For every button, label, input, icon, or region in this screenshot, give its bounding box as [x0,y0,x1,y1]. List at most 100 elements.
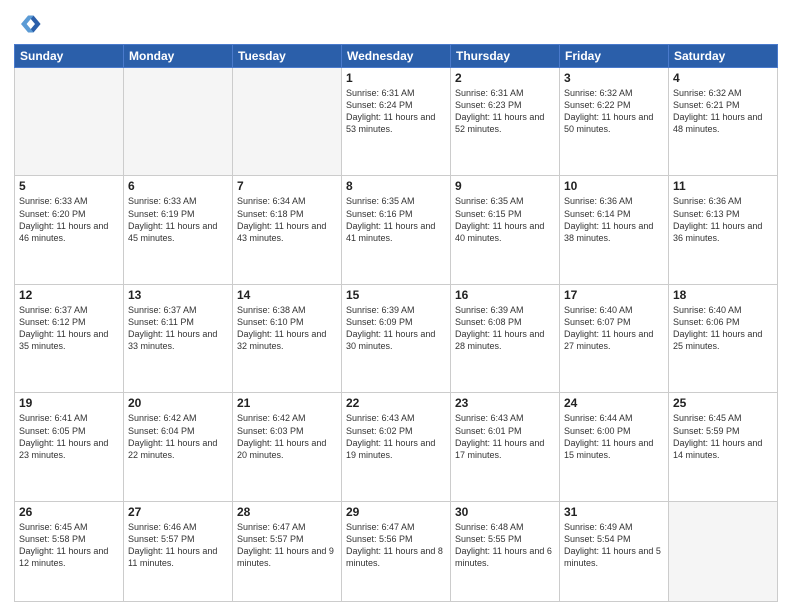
day-number: 1 [346,71,446,85]
calendar-cell: 12Sunrise: 6:37 AM Sunset: 6:12 PM Dayli… [15,284,124,392]
calendar-cell: 9Sunrise: 6:35 AM Sunset: 6:15 PM Daylig… [451,176,560,284]
calendar-cell: 23 Sunrise: 6:43 AM Sunset: 6:01 PM Dayli… [451,393,560,501]
day-info: Sunrise: 6:48 AM Sunset: 5:55 PM Dayligh… [455,521,555,570]
calendar-cell: 13 Sunrise: 6:37 AM Sunset: 6:11 PM Dayli… [124,284,233,392]
day-info: Sunrise: 6:47 AM Sunset: 5:57 PM Dayligh… [237,521,337,570]
day-number: 6 [128,179,228,193]
header [14,10,778,38]
calendar-cell [124,68,233,176]
calendar-cell: 17 Sunrise: 6:40 AM Sunset: 6:07 PM Dayli… [560,284,669,392]
day-number: 4 [673,71,773,85]
day-info: Sunrise: 6:39 AM Sunset: 6:09 PM Dayligh… [346,304,446,353]
calendar-cell [15,68,124,176]
day-info: Sunrise: 6:32 AM Sunset: 6:21 PM Dayligh… [673,87,773,136]
calendar-body: 1Sunrise: 6:31 AM Sunset: 6:24 PM Daylig… [15,68,778,602]
weekday-header: Thursday [451,45,560,68]
day-number: 17 [564,288,664,302]
calendar-header: SundayMondayTuesdayWednesdayThursdayFrid… [15,45,778,68]
day-number: 15 [346,288,446,302]
day-number: 24 [564,396,664,410]
calendar-cell [233,68,342,176]
day-info: Sunrise: 6:39 AM Sunset: 6:08 PM Dayligh… [455,304,555,353]
day-number: 2 [455,71,555,85]
day-number: 30 [455,505,555,519]
calendar-cell: 5 Sunrise: 6:33 AM Sunset: 6:20 PM Daylig… [15,176,124,284]
day-number: 16 [455,288,555,302]
calendar-cell: 14 Sunrise: 6:38 AM Sunset: 6:10 PM Dayli… [233,284,342,392]
day-info: Sunrise: 6:31 AM Sunset: 6:23 PM Dayligh… [455,87,555,136]
day-number: 5 [19,179,119,193]
day-info: Sunrise: 6:32 AM Sunset: 6:22 PM Dayligh… [564,87,664,136]
calendar-cell: 4 Sunrise: 6:32 AM Sunset: 6:21 PM Daylig… [669,68,778,176]
calendar-cell: 22 Sunrise: 6:43 AM Sunset: 6:02 PM Dayli… [342,393,451,501]
day-number: 28 [237,505,337,519]
logo-icon [14,10,42,38]
day-info: Sunrise: 6:33 AM Sunset: 6:20 PM Dayligh… [19,195,119,244]
calendar-cell: 20 Sunrise: 6:42 AM Sunset: 6:04 PM Dayli… [124,393,233,501]
day-info: Sunrise: 6:35 AM Sunset: 6:15 PM Dayligh… [455,195,555,244]
day-number: 3 [564,71,664,85]
calendar-cell: 24 Sunrise: 6:44 AM Sunset: 6:00 PM Dayli… [560,393,669,501]
day-number: 20 [128,396,228,410]
day-number: 26 [19,505,119,519]
day-number: 31 [564,505,664,519]
day-number: 21 [237,396,337,410]
calendar-cell: 1Sunrise: 6:31 AM Sunset: 6:24 PM Daylig… [342,68,451,176]
day-number: 10 [564,179,664,193]
calendar-cell: 7 Sunrise: 6:34 AM Sunset: 6:18 PM Daylig… [233,176,342,284]
day-info: Sunrise: 6:33 AM Sunset: 6:19 PM Dayligh… [128,195,228,244]
day-number: 14 [237,288,337,302]
calendar-week-row: 1Sunrise: 6:31 AM Sunset: 6:24 PM Daylig… [15,68,778,176]
weekday-header: Tuesday [233,45,342,68]
calendar-cell: 29Sunrise: 6:47 AM Sunset: 5:56 PM Dayli… [342,501,451,601]
calendar-cell: 31Sunrise: 6:49 AM Sunset: 5:54 PM Dayli… [560,501,669,601]
day-number: 22 [346,396,446,410]
day-info: Sunrise: 6:42 AM Sunset: 6:04 PM Dayligh… [128,412,228,461]
day-info: Sunrise: 6:38 AM Sunset: 6:10 PM Dayligh… [237,304,337,353]
calendar-cell: 25Sunrise: 6:45 AM Sunset: 5:59 PM Dayli… [669,393,778,501]
logo [14,10,46,38]
day-number: 12 [19,288,119,302]
weekday-header: Friday [560,45,669,68]
weekday-header: Saturday [669,45,778,68]
calendar-cell: 19Sunrise: 6:41 AM Sunset: 6:05 PM Dayli… [15,393,124,501]
day-info: Sunrise: 6:40 AM Sunset: 6:07 PM Dayligh… [564,304,664,353]
weekday-row: SundayMondayTuesdayWednesdayThursdayFrid… [15,45,778,68]
page: SundayMondayTuesdayWednesdayThursdayFrid… [0,0,792,612]
calendar: SundayMondayTuesdayWednesdayThursdayFrid… [14,44,778,602]
calendar-cell: 8 Sunrise: 6:35 AM Sunset: 6:16 PM Daylig… [342,176,451,284]
day-info: Sunrise: 6:35 AM Sunset: 6:16 PM Dayligh… [346,195,446,244]
day-number: 11 [673,179,773,193]
day-info: Sunrise: 6:36 AM Sunset: 6:14 PM Dayligh… [564,195,664,244]
day-number: 13 [128,288,228,302]
day-number: 27 [128,505,228,519]
calendar-cell: 16 Sunrise: 6:39 AM Sunset: 6:08 PM Dayli… [451,284,560,392]
calendar-cell: 3 Sunrise: 6:32 AM Sunset: 6:22 PM Daylig… [560,68,669,176]
day-info: Sunrise: 6:45 AM Sunset: 5:59 PM Dayligh… [673,412,773,461]
calendar-cell: 26 Sunrise: 6:45 AM Sunset: 5:58 PM Dayli… [15,501,124,601]
calendar-cell: 28 Sunrise: 6:47 AM Sunset: 5:57 PM Dayli… [233,501,342,601]
calendar-cell: 30 Sunrise: 6:48 AM Sunset: 5:55 PM Dayli… [451,501,560,601]
calendar-cell: 27 Sunrise: 6:46 AM Sunset: 5:57 PM Dayli… [124,501,233,601]
day-info: Sunrise: 6:45 AM Sunset: 5:58 PM Dayligh… [19,521,119,570]
calendar-week-row: 26 Sunrise: 6:45 AM Sunset: 5:58 PM Dayli… [15,501,778,601]
day-number: 7 [237,179,337,193]
day-info: Sunrise: 6:37 AM Sunset: 6:11 PM Dayligh… [128,304,228,353]
weekday-header: Sunday [15,45,124,68]
weekday-header: Wednesday [342,45,451,68]
calendar-cell: 15 Sunrise: 6:39 AM Sunset: 6:09 PM Dayli… [342,284,451,392]
day-info: Sunrise: 6:43 AM Sunset: 6:02 PM Dayligh… [346,412,446,461]
day-info: Sunrise: 6:34 AM Sunset: 6:18 PM Dayligh… [237,195,337,244]
calendar-cell [669,501,778,601]
day-info: Sunrise: 6:46 AM Sunset: 5:57 PM Dayligh… [128,521,228,570]
day-number: 19 [19,396,119,410]
day-number: 23 [455,396,555,410]
calendar-week-row: 5 Sunrise: 6:33 AM Sunset: 6:20 PM Daylig… [15,176,778,284]
calendar-week-row: 12Sunrise: 6:37 AM Sunset: 6:12 PM Dayli… [15,284,778,392]
day-info: Sunrise: 6:43 AM Sunset: 6:01 PM Dayligh… [455,412,555,461]
day-number: 8 [346,179,446,193]
calendar-cell: 10 Sunrise: 6:36 AM Sunset: 6:14 PM Dayli… [560,176,669,284]
calendar-cell: 18Sunrise: 6:40 AM Sunset: 6:06 PM Dayli… [669,284,778,392]
day-info: Sunrise: 6:44 AM Sunset: 6:00 PM Dayligh… [564,412,664,461]
day-info: Sunrise: 6:40 AM Sunset: 6:06 PM Dayligh… [673,304,773,353]
